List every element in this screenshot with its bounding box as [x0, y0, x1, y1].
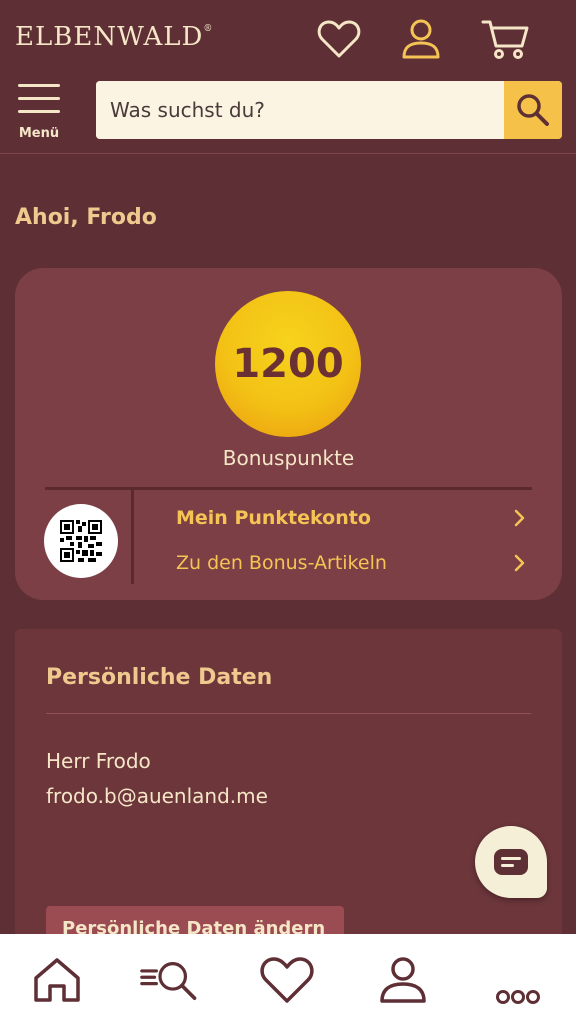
menu-label: Menü	[18, 126, 60, 141]
personal-data-title: Persönliche Daten	[46, 665, 273, 690]
chevron-right-icon	[514, 554, 525, 572]
search-button[interactable]	[504, 81, 562, 139]
points-account-label: Mein Punktekonto	[176, 507, 371, 529]
cart-icon	[481, 20, 529, 59]
chat-icon	[494, 849, 528, 875]
logo-text[interactable]: ELBENWALD	[15, 22, 203, 52]
bonus-articles-link[interactable]: Zu den Bonus-Artikeln	[176, 547, 526, 579]
customer-email: frodo.b@auenland.me	[46, 784, 268, 808]
account-button[interactable]	[396, 16, 446, 62]
nav-search[interactable]	[140, 952, 200, 1008]
nav-home[interactable]	[27, 952, 87, 1008]
vertical-divider	[131, 490, 134, 584]
qr-code-icon	[60, 520, 102, 562]
bonus-points-coin: 1200	[215, 291, 361, 437]
search-list-icon	[140, 962, 197, 1000]
search-icon	[517, 94, 549, 126]
chevron-right-icon	[514, 509, 525, 527]
chat-button[interactable]	[475, 826, 547, 898]
menu-button[interactable]: Menü	[14, 80, 64, 142]
logo[interactable]: ELBENWALD®	[15, 22, 213, 52]
divider	[45, 487, 532, 490]
bottom-navigation	[0, 934, 576, 1024]
wishlist-button[interactable]	[314, 16, 364, 62]
header: ELBENWALD® Menü	[0, 0, 576, 154]
nav-wishlist[interactable]	[257, 952, 317, 1008]
customer-name: Herr Frodo	[46, 749, 151, 773]
bonus-articles-label: Zu den Bonus-Artikeln	[176, 552, 387, 574]
more-icon	[496, 990, 540, 1004]
cart-button[interactable]	[481, 16, 531, 62]
heart-icon	[317, 20, 361, 58]
user-icon	[402, 19, 440, 59]
search-bar	[96, 81, 562, 139]
search-input[interactable]	[96, 81, 504, 139]
hamburger-icon	[18, 84, 60, 114]
heart-icon	[260, 957, 314, 1003]
nav-more[interactable]	[488, 952, 548, 1008]
bonus-points-label: Bonuspunkte	[222, 446, 355, 470]
user-icon	[380, 957, 426, 1003]
registered-mark: ®	[203, 24, 214, 34]
qr-code-button[interactable]	[44, 504, 118, 578]
points-account-link[interactable]: Mein Punktekonto	[176, 502, 526, 534]
personal-data-card: Persönliche Daten Herr Frodo frodo.b@aue…	[15, 629, 562, 969]
bonus-card: 1200 Bonuspunkte Mein Punktekonto Zu den…	[15, 268, 562, 600]
home-icon	[34, 958, 80, 1002]
greeting: Ahoi, Frodo	[15, 205, 157, 230]
nav-account[interactable]	[373, 952, 433, 1008]
divider	[46, 713, 531, 714]
